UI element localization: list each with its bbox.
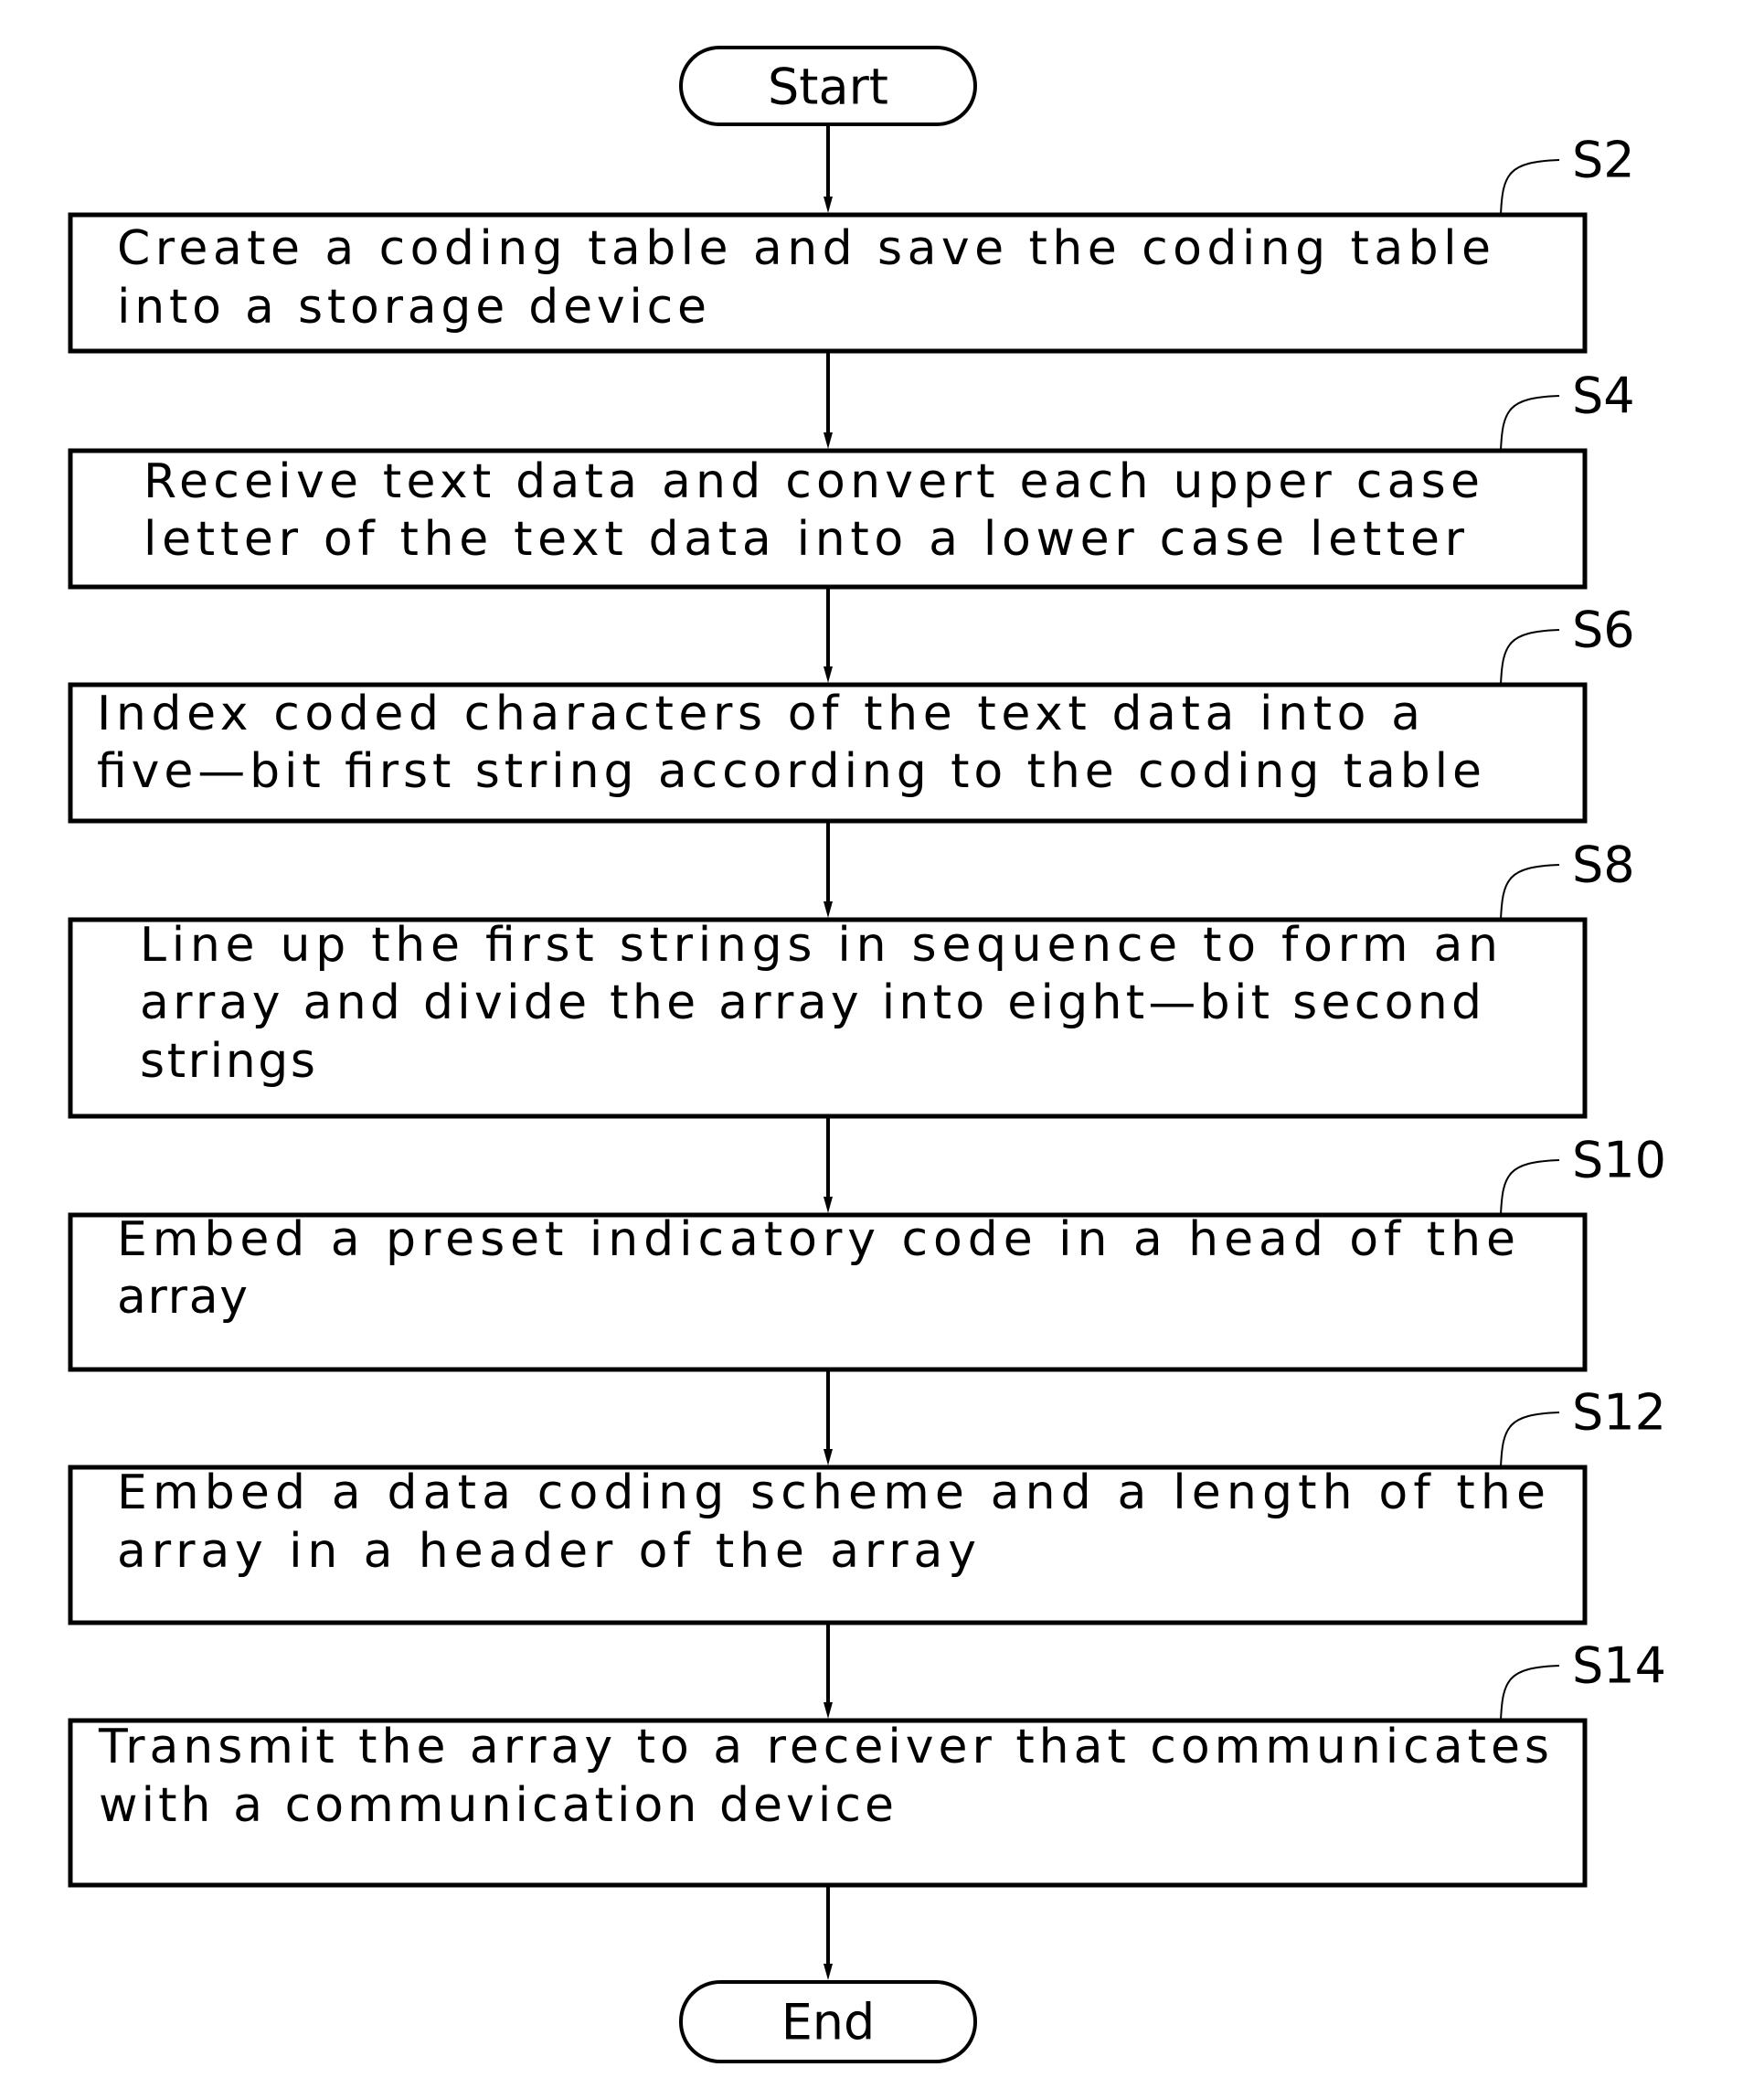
- step-text-line: Index coded characters of the text data …: [97, 687, 1420, 741]
- end-terminal: End: [679, 1980, 977, 2063]
- step-text-line: letter of the text data into a lower cas…: [143, 512, 1465, 567]
- step-label: S6: [1572, 602, 1635, 659]
- label-leader-line: [1500, 1412, 1560, 1468]
- step-text-line: array and divide the array into eight—bi…: [140, 975, 1482, 1030]
- arrowhead-icon: [824, 1197, 833, 1213]
- step-text-line: Transmit the array to a receiver that co…: [98, 1720, 1549, 1774]
- step-label: S4: [1572, 368, 1635, 425]
- step-s8: Line up the first strings in sequence to…: [68, 836, 1635, 1119]
- step-label: S2: [1572, 132, 1635, 189]
- step-text-line: into a storage device: [117, 280, 707, 335]
- label-leader-line: [1500, 1665, 1560, 1721]
- step-list: Create a coding table and save the codin…: [68, 132, 1666, 1888]
- arrowhead-icon: [824, 197, 833, 213]
- step-s6: Index coded characters of the text data …: [68, 602, 1635, 824]
- label-leader-line: [1500, 629, 1560, 686]
- step-text-line: five—bit first string according to the c…: [97, 744, 1482, 799]
- label-leader-line: [1500, 1159, 1560, 1216]
- start-terminal: Start: [679, 46, 977, 126]
- step-s12: Embed a data coding scheme and a length …: [68, 1384, 1666, 1625]
- step-label: S8: [1572, 836, 1635, 894]
- label-leader-line: [1500, 159, 1560, 216]
- step-s2: Create a coding table and save the codin…: [68, 132, 1635, 354]
- step-text-line: array in a header of the array: [117, 1524, 976, 1579]
- label-leader-line: [1500, 864, 1560, 921]
- step-label: S10: [1572, 1132, 1666, 1189]
- step-label: S12: [1572, 1384, 1666, 1442]
- arrowhead-icon: [824, 666, 833, 683]
- step-s4: Receive text data and convert each upper…: [68, 368, 1635, 590]
- arrowhead-icon: [824, 1964, 833, 1980]
- arrowhead-icon: [824, 1702, 833, 1719]
- step-text-line: with a communication device: [99, 1778, 894, 1833]
- step-label: S14: [1572, 1637, 1666, 1695]
- step-text-line: array: [117, 1270, 248, 1325]
- arrowhead-icon: [824, 1449, 833, 1465]
- label-leader-line: [1500, 395, 1560, 452]
- step-text-line: Line up the first strings in sequence to…: [140, 918, 1498, 973]
- step-s10: Embed a preset indicatory code in a head…: [68, 1132, 1666, 1372]
- step-s14: Transmit the array to a receiver that co…: [68, 1637, 1666, 1888]
- start-label: Start: [768, 59, 888, 116]
- arrowhead-icon: [824, 432, 833, 449]
- flowchart-diagram: Start End Create a coding table and save…: [68, 46, 1666, 2063]
- end-label: End: [781, 1994, 876, 2051]
- arrowhead-icon: [824, 901, 833, 918]
- step-text-line: Embed a data coding scheme and a length …: [117, 1465, 1546, 1520]
